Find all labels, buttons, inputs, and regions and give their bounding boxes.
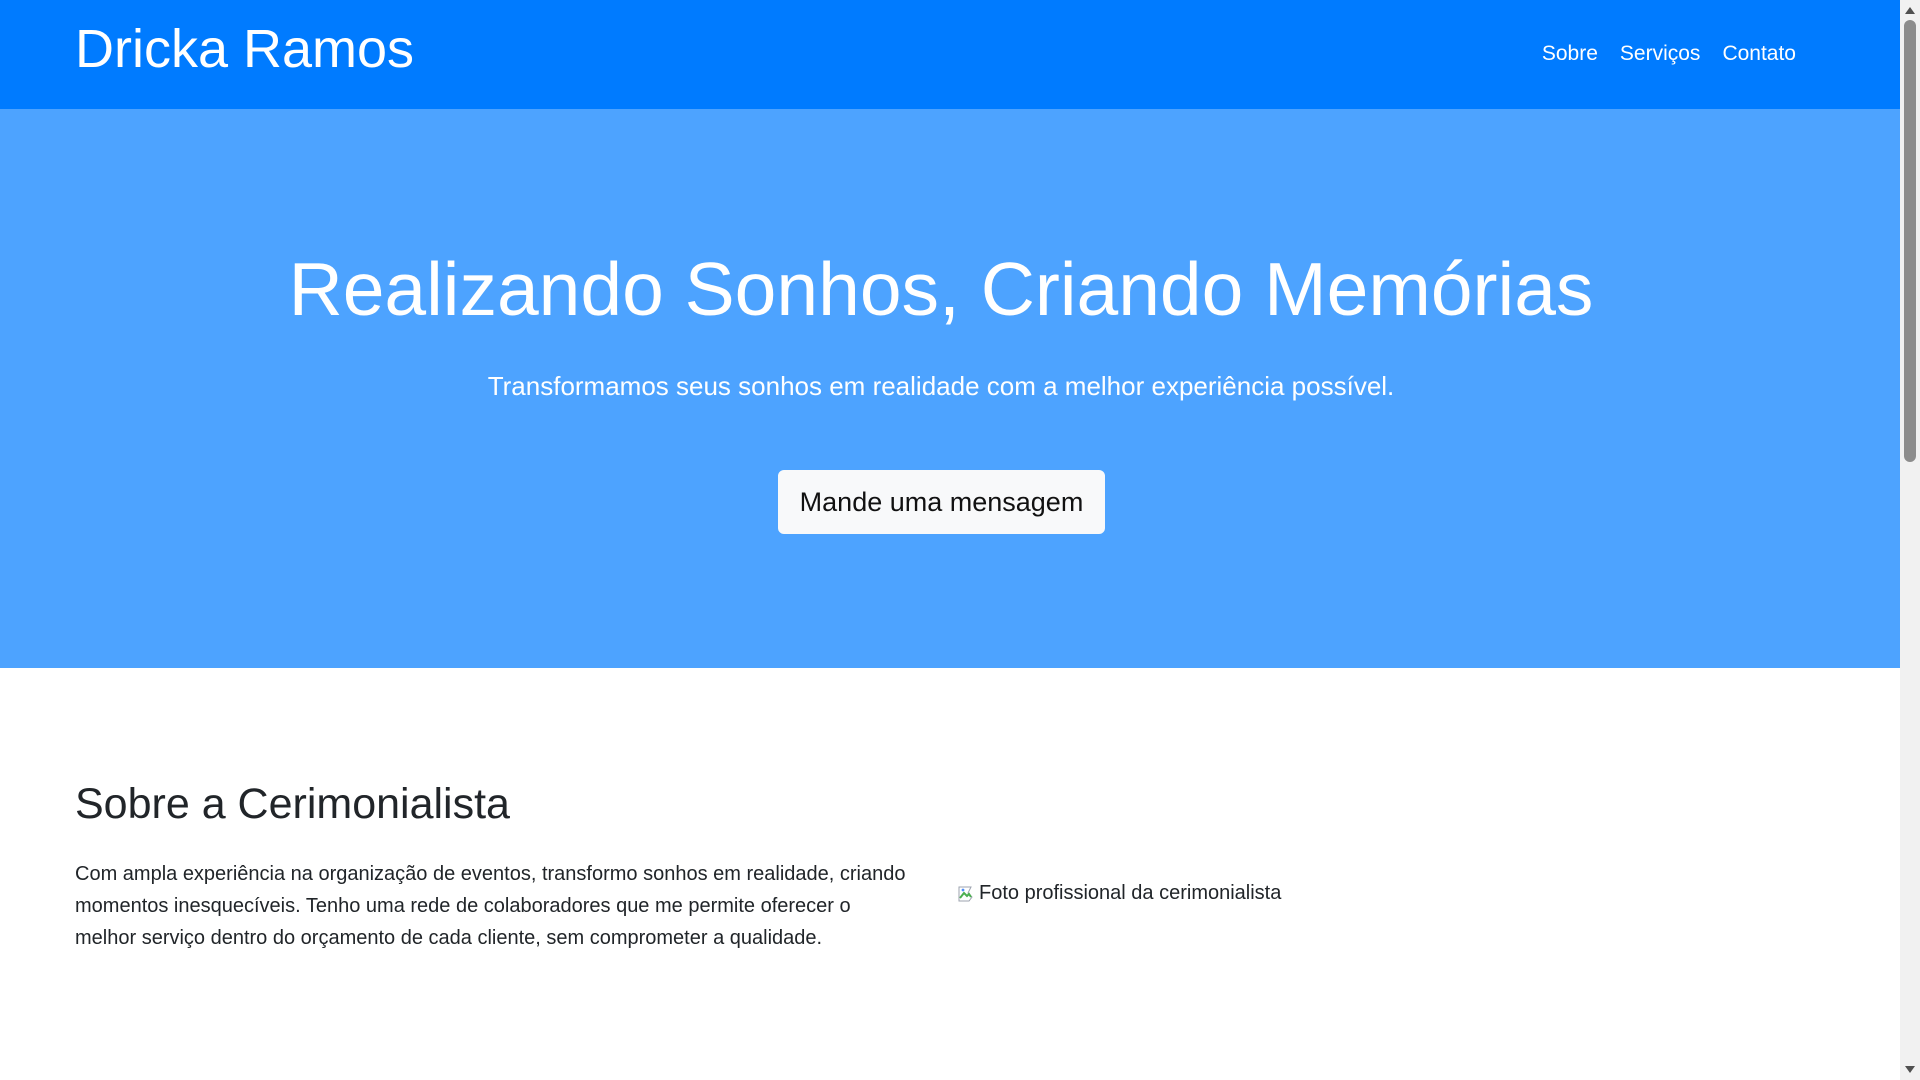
professional-photo-placeholder: Foto profissional da cerimonialista [958,879,1303,907]
nav-link-sobre[interactable]: Sobre [1542,40,1598,68]
nav-link-servicos[interactable]: Serviços [1620,40,1701,68]
scroll-up-icon[interactable] [1905,7,1915,14]
hero-section: Realizando Sonhos, Criando Memórias Tran… [0,109,1900,668]
about-title: Sobre a Cerimonialista [75,780,510,828]
brand-logo[interactable]: Dricka Ramos [75,16,414,82]
scrollbar-thumb[interactable] [1904,20,1916,462]
website-page: Dricka Ramos Sobre Serviços Contato Real… [0,0,1900,1080]
hero-subtitle: Transformamos seus sonhos em realidade c… [487,371,1395,401]
send-message-button[interactable]: Mande uma mensagem [778,470,1105,534]
about-description: Com ampla experiência na organização de … [75,863,906,949]
scroll-down-icon[interactable] [1905,1066,1915,1073]
main-navigation: Sobre Serviços Contato [1542,40,1796,68]
broken-image-icon [958,886,973,901]
top-navbar: Dricka Ramos Sobre Serviços Contato [0,0,1900,109]
about-section: Sobre a Cerimonialista Com ampla experiê… [0,668,1900,1080]
nav-link-contato[interactable]: Contato [1722,40,1796,68]
hero-title: Realizando Sonhos, Criando Memórias [288,247,1594,331]
photo-alt-text: Foto profissional da cerimonialista [979,882,1282,904]
vertical-scrollbar[interactable] [1900,0,1920,1080]
